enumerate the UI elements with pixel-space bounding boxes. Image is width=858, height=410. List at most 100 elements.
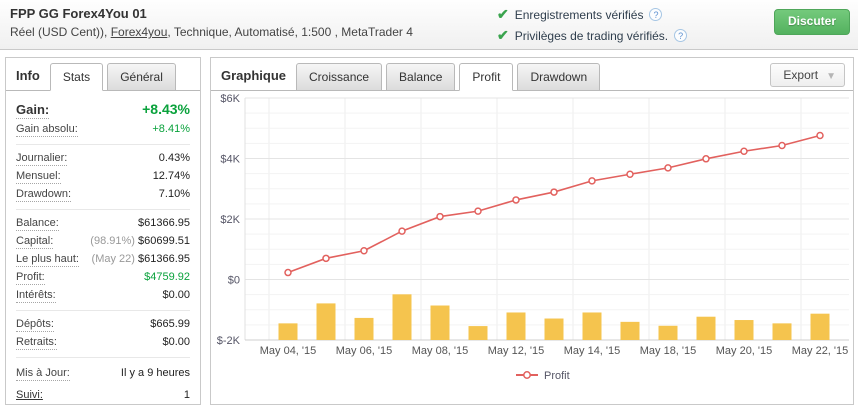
daily-profit-bar[interactable]: [621, 322, 640, 340]
stat-label: Gain:: [16, 102, 49, 119]
stat-row: Journalier:0.43%: [16, 150, 190, 168]
verification-row: ✔ Enregistrements vérifiés ?: [497, 4, 687, 25]
tab-profit[interactable]: Profit: [459, 63, 513, 91]
verification-label: Enregistrements vérifiés: [515, 8, 644, 22]
x-tick-label: May 04, '15: [260, 345, 317, 357]
stat-row: Drawdown:7.10%: [16, 186, 190, 204]
profit-point[interactable]: [361, 248, 367, 254]
stat-label[interactable]: Suivi:: [16, 389, 43, 401]
account-subtitle: Réel (USD Cent)), Forex4you, Technique, …: [10, 25, 413, 39]
stat-group: Journalier:0.43%Mensuel:12.74%Drawdown:7…: [16, 144, 190, 209]
profit-point[interactable]: [665, 165, 671, 171]
profit-point[interactable]: [399, 228, 405, 234]
daily-profit-bar[interactable]: [735, 320, 754, 340]
stat-value: $665.99: [150, 318, 190, 330]
profit-point[interactable]: [285, 270, 291, 276]
stat-label: Capital:: [16, 235, 53, 249]
stat-value: $4759.92: [144, 271, 190, 283]
stat-value: Il y a 9 heures: [121, 367, 190, 379]
stat-group: Dépôts:$665.99Retraits:$0.00: [16, 310, 190, 357]
legend-marker-icon: [524, 372, 530, 378]
discuss-button[interactable]: Discuter: [774, 9, 850, 35]
sidebar-stats: Gain:+8.43%Gain absolu:+8.41%Journalier:…: [6, 91, 200, 410]
chart-section-label: Graphique: [221, 68, 286, 83]
stat-row: Mis à Jour: Il y a 9 heures: [16, 363, 190, 385]
y-tick-label: $-2K: [217, 335, 241, 347]
tab-balance[interactable]: Balance: [386, 63, 455, 91]
stat-group: Gain:+8.43%Gain absolu:+8.41%: [16, 94, 190, 144]
daily-profit-bar[interactable]: [317, 303, 336, 340]
daily-profit-bar[interactable]: [545, 319, 564, 340]
stats-sidebar-panel: Info Stats Général Gain:+8.43%Gain absol…: [5, 57, 201, 405]
account-type-text: Réel (USD Cent)),: [10, 25, 111, 39]
tab-drawdown[interactable]: Drawdown: [517, 63, 600, 91]
account-title: FPP GG Forex4You 01: [10, 6, 147, 21]
export-label: Export: [783, 68, 818, 82]
stat-row: Le plus haut: (May 22) $61366.95: [16, 251, 190, 269]
tab-stats[interactable]: Stats: [50, 63, 103, 91]
stat-row: Dépôts:$665.99: [16, 316, 190, 334]
profit-point[interactable]: [589, 178, 595, 184]
broker-link[interactable]: Forex4you: [111, 25, 168, 39]
verification-row: ✔ Privilèges de trading vérifiés. ?: [497, 25, 687, 46]
legend-label[interactable]: Profit: [544, 370, 570, 382]
profit-point[interactable]: [551, 189, 557, 195]
x-tick-label: May 08, '15: [412, 345, 469, 357]
stat-value: +8.41%: [152, 123, 190, 135]
stat-group: Mis à Jour:Il y a 9 heuresSuivi:1: [16, 357, 190, 410]
profit-point[interactable]: [627, 171, 633, 177]
stat-value: (May 22) $61366.95: [92, 253, 190, 265]
sidebar-tab-bar: Info Stats Général: [6, 58, 200, 91]
daily-profit-bar[interactable]: [773, 323, 792, 340]
profit-chart-svg[interactable]: $6K$4K$2K$0$-2KMay 04, '15May 06, '15May…: [211, 91, 853, 404]
account-meta-text: , Technique, Automatisé, 1:500 , MetaTra…: [167, 25, 412, 39]
daily-profit-bar[interactable]: [431, 306, 450, 340]
caret-down-icon: ▼: [826, 71, 836, 82]
daily-profit-bar[interactable]: [355, 318, 374, 340]
profit-point[interactable]: [513, 197, 519, 203]
daily-profit-bar[interactable]: [393, 294, 412, 340]
tab-general[interactable]: Général: [107, 63, 176, 91]
profit-point[interactable]: [703, 156, 709, 162]
y-tick-label: $2K: [220, 214, 240, 226]
stat-value: 12.74%: [153, 170, 190, 182]
sidebar-section-label: Info: [16, 68, 40, 83]
daily-profit-bar[interactable]: [583, 312, 602, 340]
stat-label: Le plus haut:: [16, 253, 79, 267]
stat-label: Profit:: [16, 271, 45, 285]
x-tick-label: May 12, '15: [488, 345, 545, 357]
stat-value-note: (May 22): [92, 253, 138, 265]
check-icon: ✔: [497, 27, 509, 44]
stat-value: 0.43%: [159, 152, 190, 164]
stat-label: Intérêts:: [16, 289, 56, 303]
tab-croissance[interactable]: Croissance: [296, 63, 382, 91]
x-tick-label: May 06, '15: [336, 345, 393, 357]
daily-profit-bar[interactable]: [507, 312, 526, 340]
stat-value: $0.00: [162, 289, 190, 301]
stat-label: Retraits:: [16, 336, 57, 350]
stat-value-note: (98.91%): [90, 235, 138, 247]
stat-row: Balance:$61366.95: [16, 215, 190, 233]
profit-point[interactable]: [475, 208, 481, 214]
daily-profit-bar[interactable]: [659, 326, 678, 340]
stat-value: 7.10%: [159, 188, 190, 200]
stat-value: (98.91%) $60699.51: [90, 235, 190, 247]
profit-point[interactable]: [437, 214, 443, 220]
question-circle-icon[interactable]: ?: [674, 29, 687, 42]
stat-row: Gain:+8.43%: [16, 99, 190, 121]
daily-profit-bar[interactable]: [279, 323, 298, 340]
profit-chart[interactable]: $6K$4K$2K$0$-2KMay 04, '15May 06, '15May…: [211, 91, 853, 404]
profit-point[interactable]: [779, 142, 785, 148]
x-tick-label: May 22, '15: [792, 345, 849, 357]
question-circle-icon[interactable]: ?: [649, 8, 662, 21]
stat-row: Profit: $4759.92: [16, 269, 190, 287]
daily-profit-bar[interactable]: [697, 317, 716, 340]
profit-point[interactable]: [817, 133, 823, 139]
daily-profit-bar[interactable]: [469, 326, 488, 340]
profit-point[interactable]: [323, 255, 329, 261]
profit-point[interactable]: [741, 148, 747, 154]
x-tick-label: May 20, '15: [716, 345, 773, 357]
stat-label: Mis à Jour:: [16, 367, 70, 381]
daily-profit-bar[interactable]: [811, 314, 830, 340]
export-button[interactable]: Export ▼: [770, 63, 845, 87]
